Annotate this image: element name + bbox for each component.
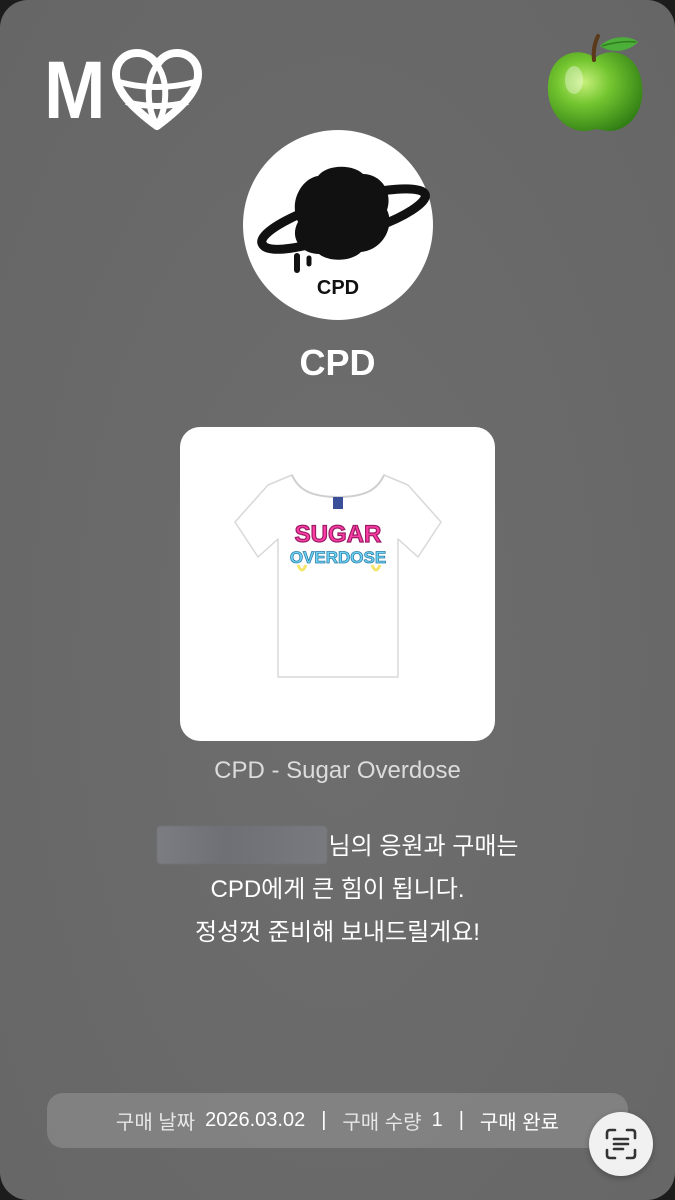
purchase-status: 구매 완료 [479, 1112, 560, 1134]
message-line-2: CPD에게 큰 힘이 됩니다. [210, 876, 465, 903]
logo-letter: M [44, 45, 105, 136]
artist-name[interactable]: CPD [0, 342, 675, 384]
purchase-qty-label: 구매 수량 [342, 1112, 422, 1134]
message-line-3: 정성껏 준비해 보내드릴게요! [195, 919, 480, 946]
app-logo[interactable]: M [44, 45, 202, 136]
shirt-print-line2: OVERDOSE [290, 548, 386, 567]
purchase-info-bar: 구매 날짜 2026.03.02 | 구매 수량 1 | 구매 완료 [47, 1093, 628, 1148]
purchase-qty-value: 1 [431, 1109, 443, 1131]
message-line-1: 님의 응원과 구매는 [0, 825, 675, 868]
blurred-username [156, 825, 327, 864]
white-tshirt-icon: SUGAR OVERDOSE [234, 474, 442, 678]
message-line-1-text: 님의 응원과 구매는 [328, 833, 519, 860]
shirt-print-line1: SUGAR [295, 521, 382, 548]
purchase-date-value: 2026.03.02 [205, 1109, 306, 1131]
artist-avatar[interactable]: CPD [243, 130, 433, 320]
purchase-screen: M ∴ CPD [0, 0, 675, 1200]
thank-you-message: 님의 응원과 구매는 CPD에게 큰 힘이 됩니다. 정성껏 준비해 보내드릴게… [0, 825, 675, 954]
product-title[interactable]: CPD - Sugar Overdose [0, 757, 675, 785]
globe-heart-icon [112, 49, 202, 130]
product-image-card[interactable]: SUGAR OVERDOSE [180, 427, 495, 741]
text-scan-icon [605, 1128, 637, 1160]
separator: | [458, 1109, 464, 1131]
separator: | [321, 1109, 327, 1131]
green-apple-icon[interactable] [540, 30, 650, 140]
purchase-date-label: 구매 날짜 [115, 1112, 196, 1134]
text-scan-button[interactable] [589, 1112, 653, 1176]
avatar-label: CPD [316, 277, 360, 299]
